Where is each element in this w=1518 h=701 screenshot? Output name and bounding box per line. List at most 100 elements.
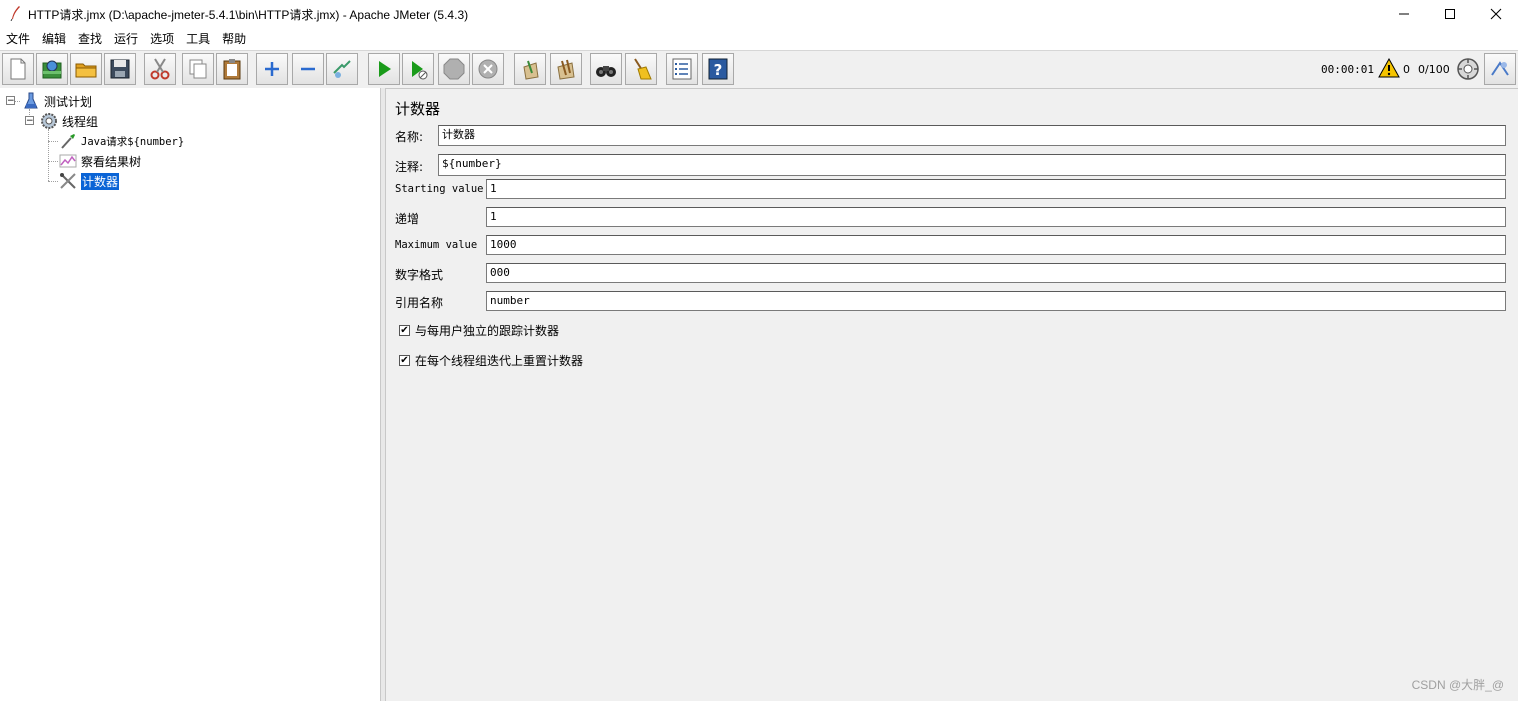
cut-button[interactable] [144,53,176,85]
reset-search-button[interactable] [625,53,657,85]
tree-connector [48,129,49,181]
shutdown-button[interactable] [472,53,504,85]
tree-label-counter: 计数器 [81,172,120,190]
number-format-label: 数字格式 [395,268,444,282]
close-icon [1490,8,1502,20]
log-viewer-button[interactable] [1484,53,1516,85]
per-user-label: 与每用户独立的跟踪计数器 [415,323,560,338]
tree-node-test-plan[interactable]: 测试计划 [22,91,92,111]
copy-button[interactable] [182,53,214,85]
jmeter-feather-icon [10,6,20,21]
clear-icon [523,60,539,80]
tree-label-java-request: Java请求${number} [81,135,185,148]
starting-value-input[interactable]: 1 [486,179,1506,199]
reset-checkbox[interactable]: ✔ [399,354,410,366]
watermark: CSDN @大胖_@ [1411,678,1504,692]
maximum-value-label: Maximum value [395,239,478,251]
plus-icon [265,62,279,76]
maximize-icon [1445,9,1455,19]
binoculars-icon [596,66,616,77]
tree-expander-thread-group[interactable]: − [25,116,34,126]
menu-options[interactable]: 选项 [144,28,180,50]
menu-edit[interactable]: 编辑 [36,28,72,50]
clear-all-icon [557,59,575,80]
new-button[interactable] [2,53,34,85]
name-input[interactable]: 计数器 [438,125,1506,146]
reset-option[interactable]: ✔ 在每个线程组迭代上重置计数器 [399,352,583,368]
toggle-icon [333,60,351,78]
tree-label-test-plan: 测试计划 [44,94,93,109]
start-no-pause-button[interactable] [402,53,434,85]
tree-node-view-results[interactable]: 察看结果树 [59,151,141,171]
save-button[interactable] [104,53,136,85]
thread-count: 0/100 [1418,63,1450,76]
help-icon: ? [708,58,728,80]
maximum-value-input[interactable]: 1000 [486,235,1506,255]
tools-icon [59,172,77,190]
start-icon [379,61,391,77]
templates-icon [42,60,62,79]
search-button[interactable] [590,53,622,85]
pipette-icon [59,132,77,150]
maximize-button[interactable] [1427,0,1473,28]
broom-icon [634,58,652,80]
paste-icon [223,59,241,80]
starting-value-label: Starting value [395,183,484,195]
log-icon [1491,61,1509,76]
test-plan-tree: − 测试计划 − 线程组 Java请求${number} 察看结果树 计数器 [0,88,381,701]
new-icon [10,58,26,80]
stop-icon [443,58,465,80]
tree-connector [48,141,58,142]
menu-file[interactable]: 文件 [0,28,36,50]
per-user-checkbox[interactable]: ✔ [399,324,410,336]
menu-help[interactable]: 帮助 [216,28,252,50]
menu-run[interactable]: 运行 [108,28,144,50]
start-button[interactable] [368,53,400,85]
toolbar: ? 00:00:01 0 0/100 [0,51,1518,89]
paste-button[interactable] [216,53,248,85]
tree-label-view-results: 察看结果树 [81,154,142,169]
tree-connector [48,181,58,182]
collapse-all-button[interactable] [292,53,324,85]
comment-label: 注释: [395,160,424,174]
warning-icon[interactable] [1378,58,1400,78]
minimize-button[interactable] [1381,0,1427,28]
save-icon [110,59,130,79]
elapsed-time: 00:00:01 [1321,63,1374,76]
per-user-option[interactable]: ✔ 与每用户独立的跟踪计数器 [399,322,559,338]
menu-search[interactable]: 查找 [72,28,108,50]
comment-input[interactable]: ${number} [438,154,1506,176]
stop-button[interactable] [438,53,470,85]
close-button[interactable] [1473,0,1518,28]
warning-count: 0 [1403,63,1410,76]
help-button[interactable]: ? [702,53,734,85]
open-button[interactable] [70,53,102,85]
function-helper-button[interactable] [666,53,698,85]
panel-title: 计数器 [395,100,441,118]
clear-all-button[interactable] [550,53,582,85]
shutdown-icon [478,59,498,79]
tree-expander-test-plan[interactable]: − [6,96,15,106]
tree-node-counter[interactable]: 计数器 [59,171,120,191]
reference-name-input[interactable]: number [486,291,1506,311]
increment-input[interactable]: 1 [486,207,1506,227]
start-no-pause-icon [412,61,428,80]
test-plan-icon [22,92,40,110]
reset-label: 在每个线程组迭代上重置计数器 [415,353,584,368]
expand-all-button[interactable] [256,53,288,85]
title-bar: HTTP请求.jmx (D:\apache-jmeter-5.4.1\bin\H… [0,0,1518,28]
copy-icon [189,59,207,79]
cut-icon [150,58,170,80]
svg-text:?: ? [714,61,723,79]
templates-button[interactable] [36,53,68,85]
name-label: 名称: [395,130,424,144]
clear-button[interactable] [514,53,546,85]
number-format-input[interactable]: 000 [486,263,1506,283]
tree-node-java-request[interactable]: Java请求${number} [59,131,184,151]
tree-node-thread-group[interactable]: 线程组 [40,111,98,131]
toggle-button[interactable] [326,53,358,85]
remote-status-icon[interactable] [1456,57,1480,81]
tree-connector [48,161,58,162]
menu-bar: 文件 编辑 查找 运行 选项 工具 帮助 [0,28,1518,51]
menu-tools[interactable]: 工具 [180,28,216,50]
